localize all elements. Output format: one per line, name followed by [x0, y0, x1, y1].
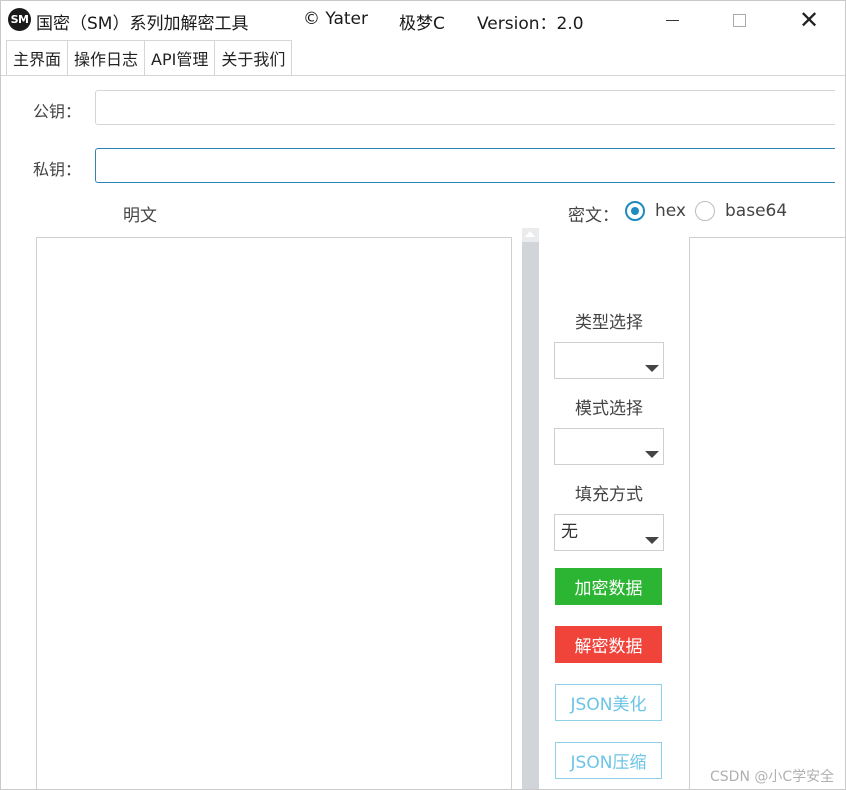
chevron-down-icon — [645, 451, 659, 458]
maximize-button[interactable] — [705, 1, 773, 39]
scroll-up-icon — [525, 231, 535, 237]
window-title: 国密（SM）系列加解密工具 — [36, 14, 249, 34]
plaintext-textarea[interactable] — [36, 237, 512, 789]
copyright-text: © Yater — [303, 9, 368, 29]
version-text: Version：2.0 — [477, 14, 584, 34]
minimize-icon — [665, 19, 679, 21]
public-key-label: 公钥： — [33, 102, 82, 121]
chevron-down-icon — [645, 365, 659, 372]
watermark: CSDN @小C学安全 — [710, 769, 835, 785]
base64-radio[interactable] — [695, 201, 715, 221]
minimize-button[interactable] — [638, 1, 706, 39]
tab-api-management[interactable]: API管理 — [144, 40, 216, 75]
tab-bar: 主界面 操作日志 API管理 关于我们 — [6, 40, 293, 75]
maximize-icon — [732, 13, 746, 27]
base64-radio-label[interactable]: base64 — [725, 201, 787, 221]
close-button[interactable]: ✕ — [775, 1, 843, 39]
hex-radio[interactable] — [625, 201, 645, 221]
tab-main[interactable]: 主界面 — [6, 40, 69, 75]
type-select[interactable] — [554, 342, 664, 379]
mode-select-label: 模式选择 — [575, 399, 643, 419]
author-text: 极梦C — [399, 14, 445, 34]
app-logo-icon: SM — [8, 8, 31, 31]
json-compress-button[interactable]: JSON压缩 — [555, 742, 662, 779]
padding-select-value: 无 — [561, 522, 578, 542]
ciphertext-label: 密文： — [568, 206, 619, 226]
app-window: SM 国密（SM）系列加解密工具 © Yater 极梦C Version：2.0… — [0, 0, 846, 790]
close-icon: ✕ — [798, 6, 820, 34]
tab-about-us[interactable]: 关于我们 — [214, 40, 293, 75]
hex-radio-label[interactable]: hex — [655, 201, 686, 221]
ciphertext-textarea[interactable] — [689, 237, 845, 789]
scroll-up-button[interactable] — [522, 228, 539, 242]
plaintext-label: 明文 — [123, 206, 157, 226]
json-beautify-button[interactable]: JSON美化 — [555, 684, 662, 721]
plaintext-scrollbar[interactable] — [522, 228, 539, 789]
mode-select[interactable] — [554, 428, 664, 465]
private-key-label: 私钥： — [33, 160, 82, 179]
padding-select[interactable]: 无 — [554, 514, 664, 551]
tab-divider — [1, 75, 845, 76]
public-key-input[interactable] — [95, 90, 835, 125]
encrypt-button[interactable]: 加密数据 — [555, 568, 662, 605]
title-bar: SM 国密（SM）系列加解密工具 © Yater 极梦C Version：2.0… — [1, 1, 845, 39]
decrypt-button[interactable]: 解密数据 — [555, 626, 662, 663]
type-select-label: 类型选择 — [575, 313, 643, 333]
tab-operation-log[interactable]: 操作日志 — [67, 40, 146, 75]
chevron-down-icon — [645, 537, 659, 544]
private-key-input[interactable] — [95, 148, 835, 183]
padding-select-label: 填充方式 — [575, 485, 643, 505]
